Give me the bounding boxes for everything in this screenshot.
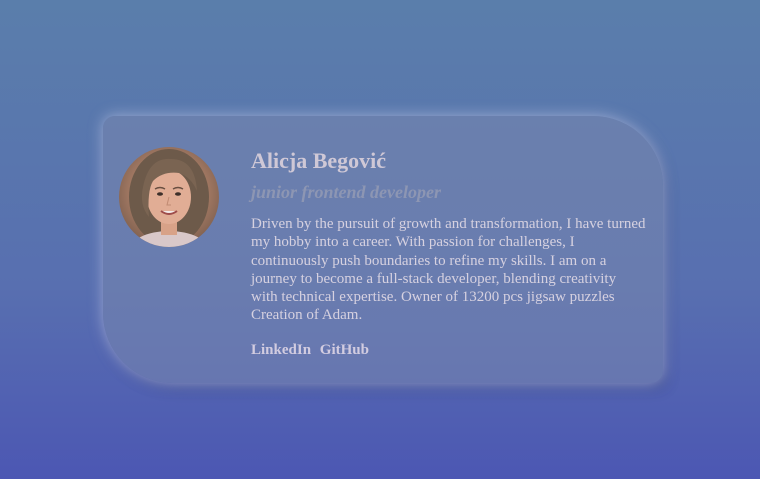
linkedin-link[interactable]: LinkedIn bbox=[251, 342, 311, 358]
profile-content: Alicja Begović junior frontend developer… bbox=[251, 147, 646, 359]
profile-name: Alicja Begović bbox=[251, 148, 387, 173]
avatar-photo bbox=[129, 149, 209, 247]
social-links: LinkedIn GitHub bbox=[251, 341, 646, 359]
avatar bbox=[119, 147, 219, 247]
page-background: { "profile": { "name": "Alicja Begović",… bbox=[0, 0, 760, 479]
profile-card: Alicja Begović junior frontend developer… bbox=[103, 116, 663, 383]
github-link[interactable]: GitHub bbox=[320, 342, 369, 358]
profile-role: junior frontend developer bbox=[251, 182, 442, 202]
profile-bio: Driven by the pursuit of growth and tran… bbox=[251, 216, 646, 324]
